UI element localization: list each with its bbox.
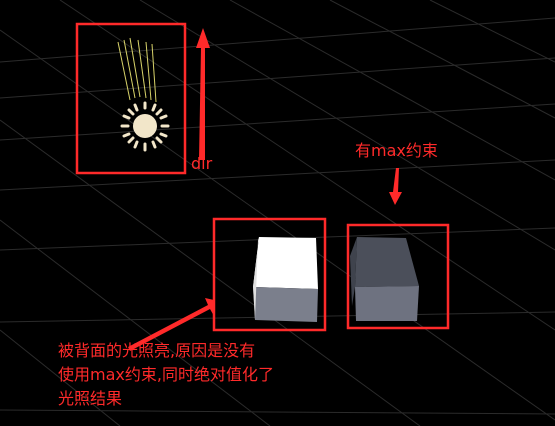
- max-constraint-label: 有max约束: [355, 141, 438, 160]
- note-line: 使用max约束,同时绝对值化了: [58, 365, 274, 384]
- max-arrow: [389, 168, 402, 205]
- dir-arrow: [196, 28, 210, 160]
- explanation-note: 被背面的光照亮,原因是没有 使用max约束,同时绝对值化了 光照结果: [58, 339, 358, 411]
- viewport: dir 有max约束 被背面的光照亮,原因是没有 使用max约束,同时绝对值化了…: [0, 0, 555, 426]
- light-direction-rays: [117, 37, 157, 103]
- lit-cube[interactable]: [253, 237, 318, 322]
- dark-cube[interactable]: [350, 237, 419, 321]
- sun-icon[interactable]: [120, 101, 170, 152]
- dir-label: dir: [191, 154, 213, 173]
- note-line: 被背面的光照亮,原因是没有: [58, 341, 256, 360]
- note-line: 光照结果: [58, 389, 123, 408]
